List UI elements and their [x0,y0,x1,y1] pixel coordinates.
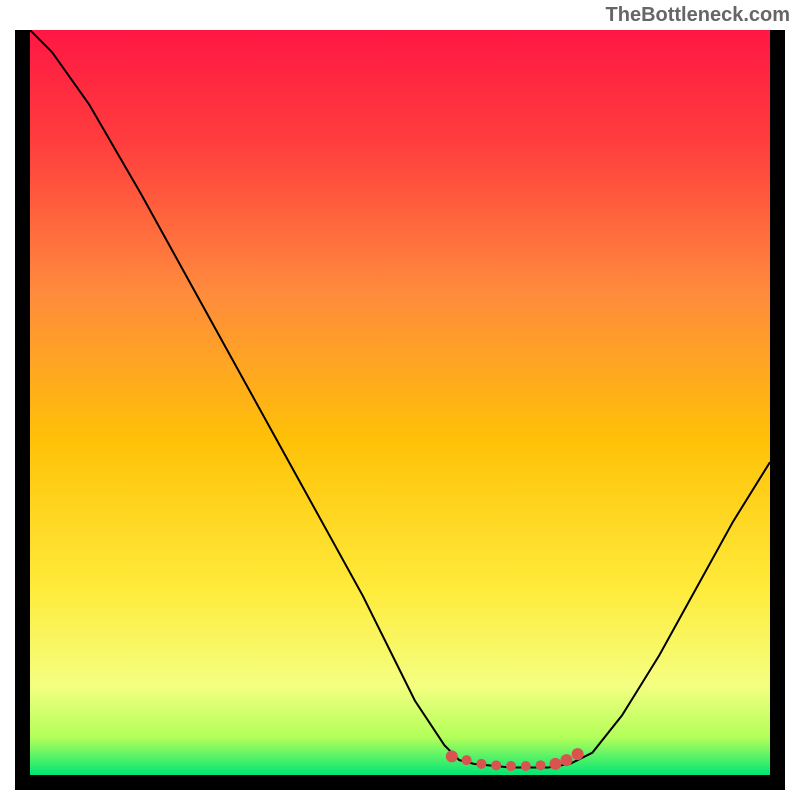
marker-dot [521,761,531,771]
marker-dot [491,760,501,770]
chart-plot-area [30,30,770,775]
watermark-text: TheBottleneck.com [606,4,790,27]
gradient-background [30,30,770,775]
marker-dot [561,754,573,766]
marker-dot [462,755,472,765]
marker-dot [536,760,546,770]
chart-svg [30,30,770,775]
marker-dot [476,759,486,769]
marker-dot [446,750,458,762]
marker-dot [506,761,516,771]
marker-dot [572,748,584,760]
chart-outer-frame [15,30,785,790]
marker-dot [549,758,561,770]
